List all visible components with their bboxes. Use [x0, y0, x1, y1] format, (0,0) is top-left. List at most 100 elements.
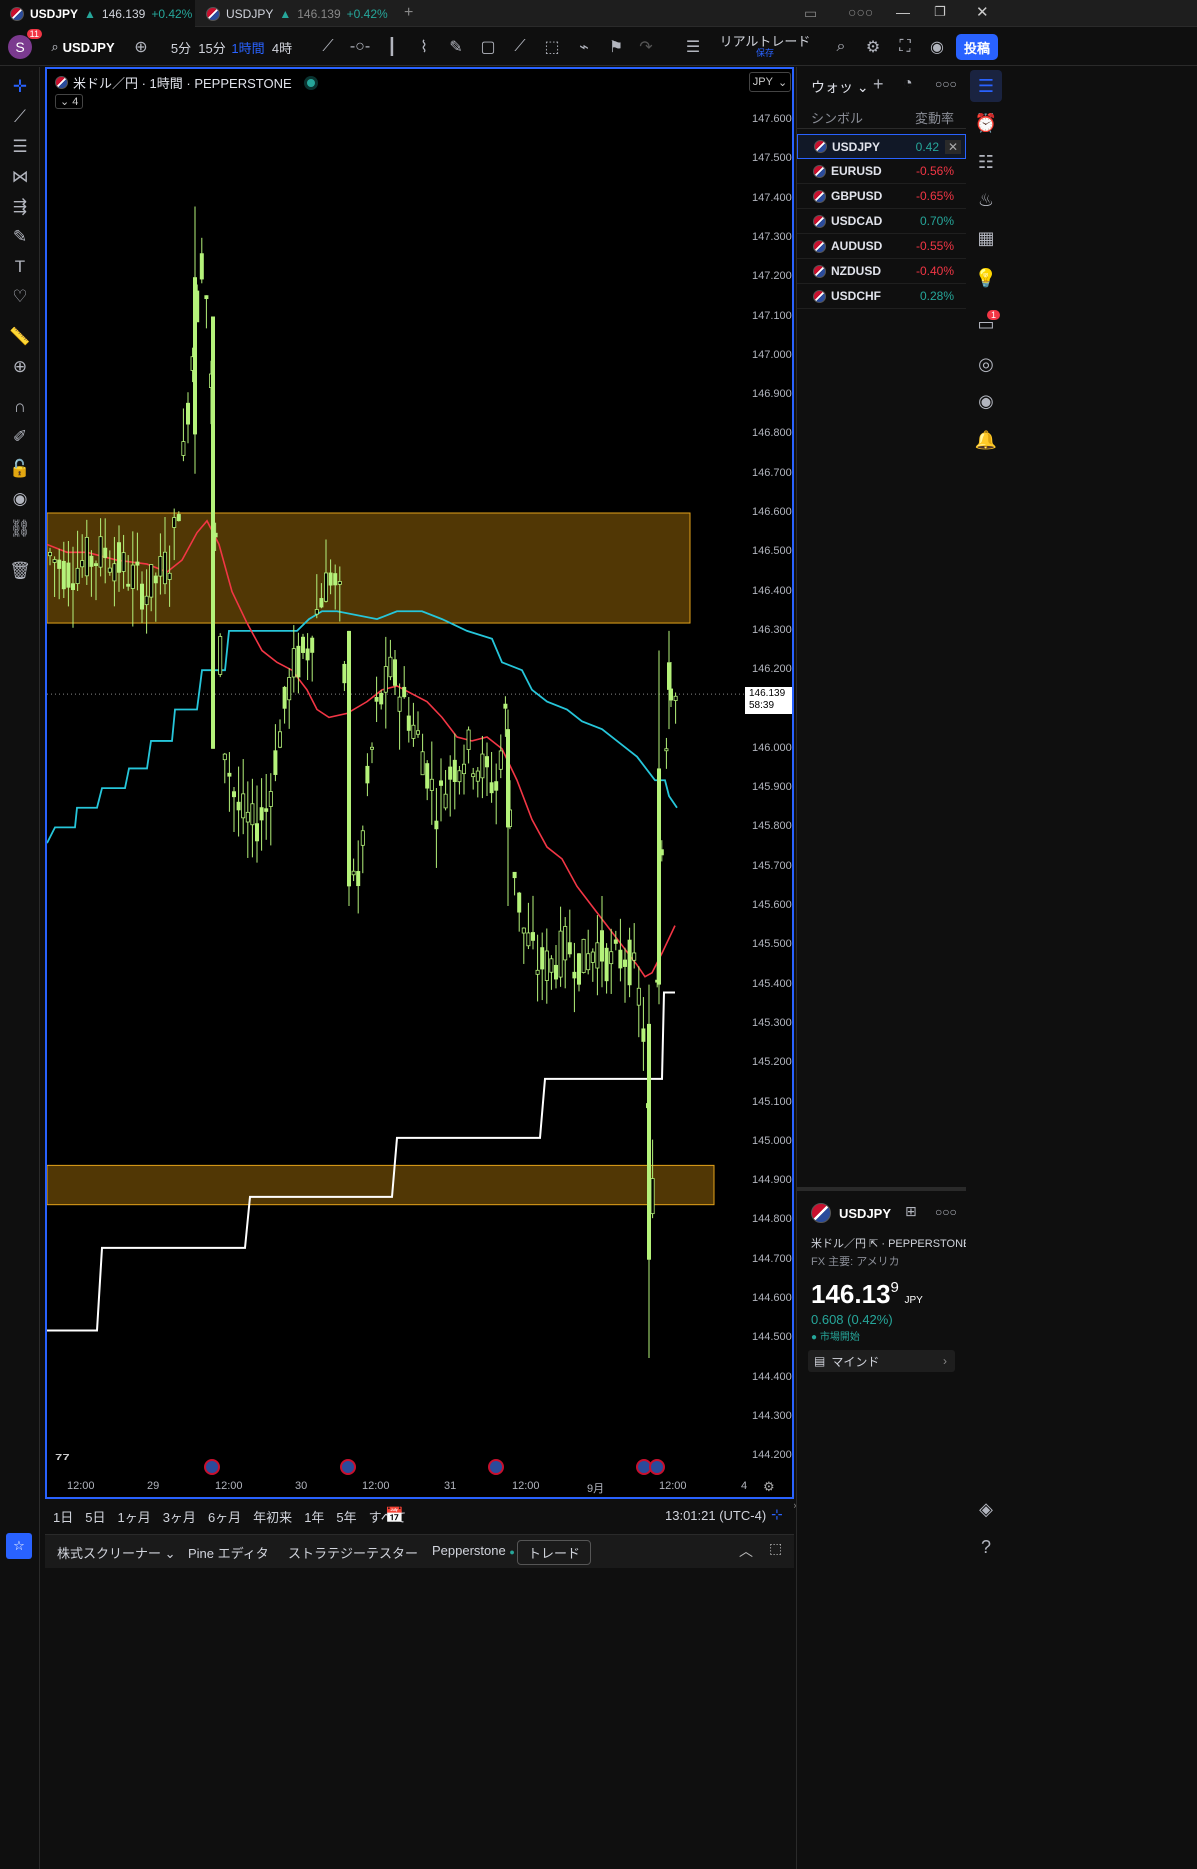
- tab-strategy-tester[interactable]: ストラテジーテスター: [288, 1543, 418, 1562]
- streams-icon[interactable]: ◎: [970, 348, 1002, 380]
- minimize-icon[interactable]: —: [896, 4, 910, 20]
- favorites-star-icon[interactable]: ☆: [6, 1533, 32, 1559]
- camera-icon[interactable]: ◉: [922, 28, 952, 66]
- more-icon[interactable]: ○○○: [848, 4, 873, 20]
- alarm-clock-icon[interactable]: ⏰: [970, 107, 1002, 139]
- watchlist-row[interactable]: USDCHF 0.28%: [797, 284, 966, 309]
- range-button[interactable]: 年初来: [253, 1507, 292, 1526]
- watchlist-row[interactable]: EURUSD -0.56%: [797, 159, 966, 184]
- range-button[interactable]: 3ヶ月: [163, 1507, 196, 1526]
- fullscreen-icon[interactable]: ⛶: [890, 28, 920, 66]
- grid-view-icon[interactable]: ⊞: [905, 1203, 917, 1220]
- watchlist-row[interactable]: USDCAD 0.70%: [797, 209, 966, 234]
- lock-icon[interactable]: 🔓: [5, 454, 35, 484]
- magnet-icon[interactable]: ∩: [5, 392, 35, 422]
- browser-tab[interactable]: USDJPY ▲ 146.139 +0.42%: [196, 0, 396, 27]
- layout-icon[interactable]: ▭: [804, 5, 817, 22]
- broadcast-icon[interactable]: ◉: [970, 385, 1002, 417]
- layout-toggle-icon[interactable]: ⊹: [771, 1506, 783, 1523]
- advanced-view-icon[interactable]: ◔: [903, 75, 913, 93]
- notifications-bell-icon[interactable]: 🔔: [970, 424, 1002, 456]
- watchlist-row[interactable]: NZDUSD -0.40%: [797, 259, 966, 284]
- highlighter-icon[interactable]: ⟋: [505, 28, 535, 66]
- hotlist-fire-icon[interactable]: ♨: [970, 184, 1002, 216]
- flag-icon[interactable]: ⚑: [601, 28, 631, 66]
- watchlist-icon[interactable]: ☰: [970, 70, 1002, 102]
- path-icon[interactable]: ⌇: [409, 28, 439, 66]
- interval-15m[interactable]: 15分: [197, 28, 227, 66]
- external-link-icon[interactable]: ⇱: [869, 1238, 878, 1250]
- range-button[interactable]: 6ヶ月: [208, 1507, 241, 1526]
- axis-settings-icon[interactable]: ⚙: [763, 1479, 775, 1495]
- post-button[interactable]: 投稿: [956, 34, 998, 60]
- crosshair-icon[interactable]: ✛: [5, 72, 35, 102]
- close-window-icon[interactable]: ✕: [976, 3, 989, 21]
- watchlist-row[interactable]: AUDUSD -0.55%: [797, 234, 966, 259]
- range-button[interactable]: 1ヶ月: [117, 1507, 150, 1526]
- zoom-in-icon[interactable]: ⊕: [5, 352, 35, 382]
- tab-pine-editor[interactable]: Pine エディタ: [188, 1543, 269, 1562]
- range-button[interactable]: 5日: [85, 1507, 105, 1526]
- goto-date-icon[interactable]: 📅: [385, 1506, 404, 1524]
- layouts-icon[interactable]: ☰: [678, 28, 708, 66]
- vertical-line-icon[interactable]: ┃: [377, 28, 407, 66]
- new-tab-icon[interactable]: +: [404, 4, 413, 22]
- projection-tool-icon[interactable]: ⇶: [5, 192, 35, 222]
- interval-5m[interactable]: 5分: [167, 28, 195, 66]
- symbol-search[interactable]: ⌕ USDJPY: [48, 28, 118, 66]
- remove-symbol-icon[interactable]: ✕: [944, 139, 961, 154]
- trendline-icon[interactable]: ⟋: [313, 28, 343, 66]
- ideas-lightbulb-icon[interactable]: 💡: [970, 262, 1002, 294]
- compare-icon[interactable]: ⊕: [126, 28, 156, 66]
- interval-4h[interactable]: 4時: [270, 28, 294, 66]
- ruler-icon[interactable]: 📏: [5, 322, 35, 352]
- panel-divider[interactable]: [797, 1187, 966, 1191]
- layers-icon[interactable]: ◈: [970, 1493, 1002, 1525]
- brush-tool-icon[interactable]: ✎: [5, 222, 35, 252]
- details-more-icon[interactable]: ○○○: [935, 1205, 957, 1219]
- tab-stock-screener[interactable]: 株式スクリーナー ⌄: [57, 1543, 176, 1562]
- settings-gear-icon[interactable]: ⚙: [858, 28, 888, 66]
- text-tool-icon[interactable]: T: [5, 252, 35, 282]
- chat-notifications-icon[interactable]: ▭ 1: [970, 308, 1002, 340]
- range-button[interactable]: 1日: [53, 1507, 73, 1526]
- minds-button[interactable]: ▤ マインド ›: [808, 1350, 955, 1372]
- interval-1h[interactable]: 1時間: [231, 28, 265, 66]
- browser-tab[interactable]: USDJPY ▲ 146.139 +0.42% ✕: [0, 0, 216, 27]
- lock-drawing-icon[interactable]: ✐: [5, 422, 35, 452]
- indicator-collapse-button[interactable]: ⌄ 4: [55, 94, 84, 109]
- add-symbol-icon[interactable]: +: [873, 74, 884, 95]
- collapse-up-icon[interactable]: ︿: [739, 1541, 753, 1561]
- trash-icon[interactable]: 🗑: [5, 556, 35, 586]
- add-list-icon[interactable]: ☷: [970, 146, 1002, 178]
- clock-timezone[interactable]: 13:01:21 (UTC-4): [665, 1508, 766, 1523]
- zoom-search-icon[interactable]: ⌕: [826, 28, 856, 66]
- trade-mode-dropdown[interactable]: リアルトレード 保存: [710, 28, 820, 66]
- tab-broker[interactable]: Pepperstone ●: [432, 1543, 515, 1558]
- watchlist-row[interactable]: GBPUSD -0.65%: [797, 184, 966, 209]
- horizontal-line-icon[interactable]: -○-: [345, 28, 375, 66]
- link-icon[interactable]: ⛓: [5, 514, 35, 544]
- rectangle-icon[interactable]: ⬚: [537, 28, 567, 66]
- chart-pane[interactable]: 米ドル／円 · 1時間 · PEPPERSTONE ⌄ 4 JPY ⌄ 147.6…: [45, 67, 794, 1499]
- maximize-panel-icon[interactable]: ⬚: [769, 1540, 782, 1557]
- range-button[interactable]: 5年: [336, 1507, 356, 1526]
- avatar[interactable]: S 11: [6, 28, 42, 66]
- restore-icon[interactable]: ❐: [934, 4, 946, 20]
- heart-icon[interactable]: ♡: [5, 282, 35, 312]
- comment-icon[interactable]: ▢: [473, 28, 503, 66]
- help-icon[interactable]: ?: [970, 1531, 1002, 1563]
- calendar-icon[interactable]: ▦: [970, 222, 1002, 254]
- watchlist-more-icon[interactable]: ○○○: [935, 77, 957, 91]
- range-button[interactable]: 1年: [304, 1507, 324, 1526]
- watchlist-row[interactable]: USDJPY 0.42 ✕: [797, 134, 966, 159]
- brush-icon[interactable]: ✎: [441, 28, 471, 66]
- redo-icon[interactable]: ↷: [631, 28, 661, 66]
- watchlist-title[interactable]: ウォッ ⌄: [811, 77, 869, 97]
- eye-icon[interactable]: ◉: [5, 484, 35, 514]
- tab-trade[interactable]: トレード: [517, 1540, 592, 1565]
- pattern-tool-icon[interactable]: ⋈: [5, 162, 35, 192]
- currency-dropdown[interactable]: JPY ⌄: [749, 72, 791, 92]
- trendline-tool-icon[interactable]: ⟋: [5, 102, 35, 132]
- polyline-icon[interactable]: ⌁: [569, 28, 599, 66]
